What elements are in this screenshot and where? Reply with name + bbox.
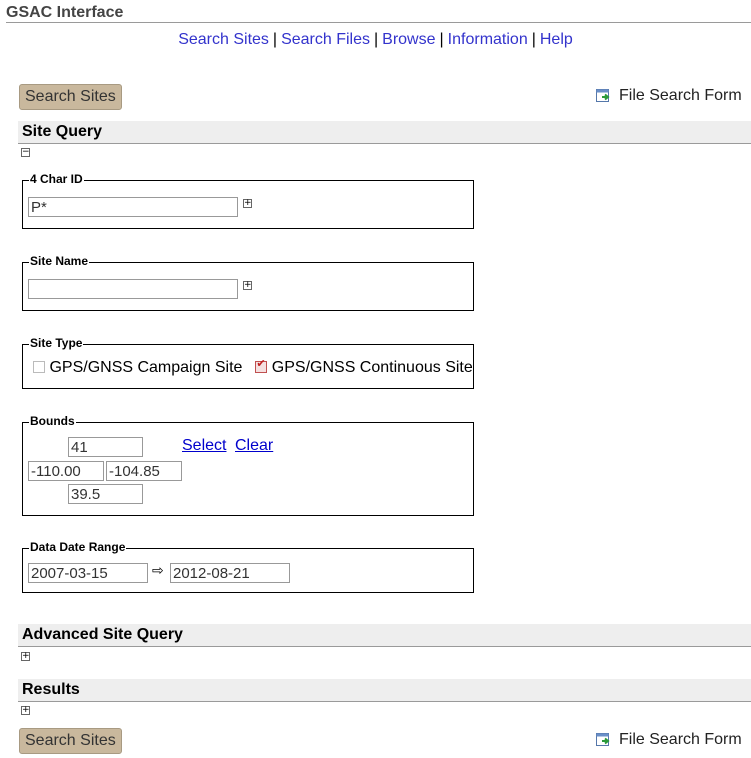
file-search-form-link-bottom[interactable]: File Search Form xyxy=(596,731,742,751)
nav-information[interactable]: Information xyxy=(448,31,528,48)
date-to-input[interactable] xyxy=(170,563,290,583)
campaign-site-label[interactable]: GPS/GNSS Campaign Site xyxy=(49,359,242,376)
nav-help[interactable]: Help xyxy=(540,31,573,48)
site-query-title: Site Query xyxy=(22,123,103,140)
bounds-fieldset: Bounds Select Clear xyxy=(22,414,474,516)
advanced-query-expand-toggle[interactable]: + xyxy=(21,652,30,661)
char-id-legend: 4 Char ID xyxy=(29,172,84,186)
search-sites-button-bottom[interactable]: Search Sites xyxy=(19,728,122,754)
site-name-legend: Site Name xyxy=(29,254,90,268)
north-bound-input[interactable] xyxy=(68,437,143,457)
site-name-fieldset: Site Name + xyxy=(22,254,474,311)
file-search-form-label: File Search Form xyxy=(619,87,742,104)
east-bound-input[interactable] xyxy=(106,461,182,481)
results-header[interactable]: Results xyxy=(18,679,751,702)
south-bound-input[interactable] xyxy=(68,484,143,504)
nav-separator: | xyxy=(531,31,536,48)
nav-browse[interactable]: Browse xyxy=(382,31,435,48)
results-title: Results xyxy=(22,681,80,698)
date-range-legend: Data Date Range xyxy=(29,540,127,554)
nav-separator: | xyxy=(272,31,278,48)
site-query-header[interactable]: Site Query xyxy=(18,121,751,144)
date-from-input[interactable] xyxy=(28,563,148,583)
file-search-form-label: File Search Form xyxy=(619,731,742,748)
nav-search-files[interactable]: Search Files xyxy=(281,31,370,48)
form-switch-icon xyxy=(596,733,611,751)
site-name-expand-toggle[interactable]: + xyxy=(243,281,252,290)
site-name-input[interactable] xyxy=(28,279,238,299)
date-range-arrow-icon: ⇨ xyxy=(152,563,164,579)
continuous-site-label[interactable]: GPS/GNSS Continuous Site xyxy=(272,359,473,376)
date-range-fieldset: Data Date Range ⇨ xyxy=(22,540,474,593)
nav-search-sites[interactable]: Search Sites xyxy=(178,31,269,48)
results-expand-toggle[interactable]: + xyxy=(21,706,30,715)
advanced-query-title: Advanced Site Query xyxy=(22,626,183,643)
site-type-legend: Site Type xyxy=(29,336,84,350)
char-id-input[interactable] xyxy=(28,197,238,217)
nav-separator: | xyxy=(439,31,444,48)
bounds-clear-link[interactable]: Clear xyxy=(235,437,273,455)
continuous-site-checkbox[interactable] xyxy=(255,357,268,373)
site-type-fieldset: Site Type GPS/GNSS Campaign Site GPS/GNS… xyxy=(22,336,474,389)
advanced-query-header[interactable]: Advanced Site Query xyxy=(18,624,751,647)
site-type-options: GPS/GNSS Campaign Site GPS/GNSS Continuo… xyxy=(33,357,473,377)
bounds-select-link[interactable]: Select xyxy=(182,437,226,455)
site-query-collapse-toggle[interactable]: − xyxy=(21,148,30,157)
bounds-legend: Bounds xyxy=(29,414,76,428)
app-title: GSAC Interface xyxy=(6,4,124,21)
search-sites-button-top[interactable]: Search Sites xyxy=(19,84,122,110)
form-switch-icon xyxy=(596,89,611,107)
file-search-form-link-top[interactable]: File Search Form xyxy=(596,87,742,107)
west-bound-input[interactable] xyxy=(28,461,104,481)
top-nav: Search Sites | Search Files | Browse | Informa… xyxy=(0,31,751,49)
title-divider xyxy=(6,22,751,23)
campaign-site-checkbox[interactable] xyxy=(33,361,45,373)
nav-separator: | xyxy=(374,31,379,48)
char-id-fieldset: 4 Char ID + xyxy=(22,172,474,229)
char-id-expand-toggle[interactable]: + xyxy=(243,199,252,208)
